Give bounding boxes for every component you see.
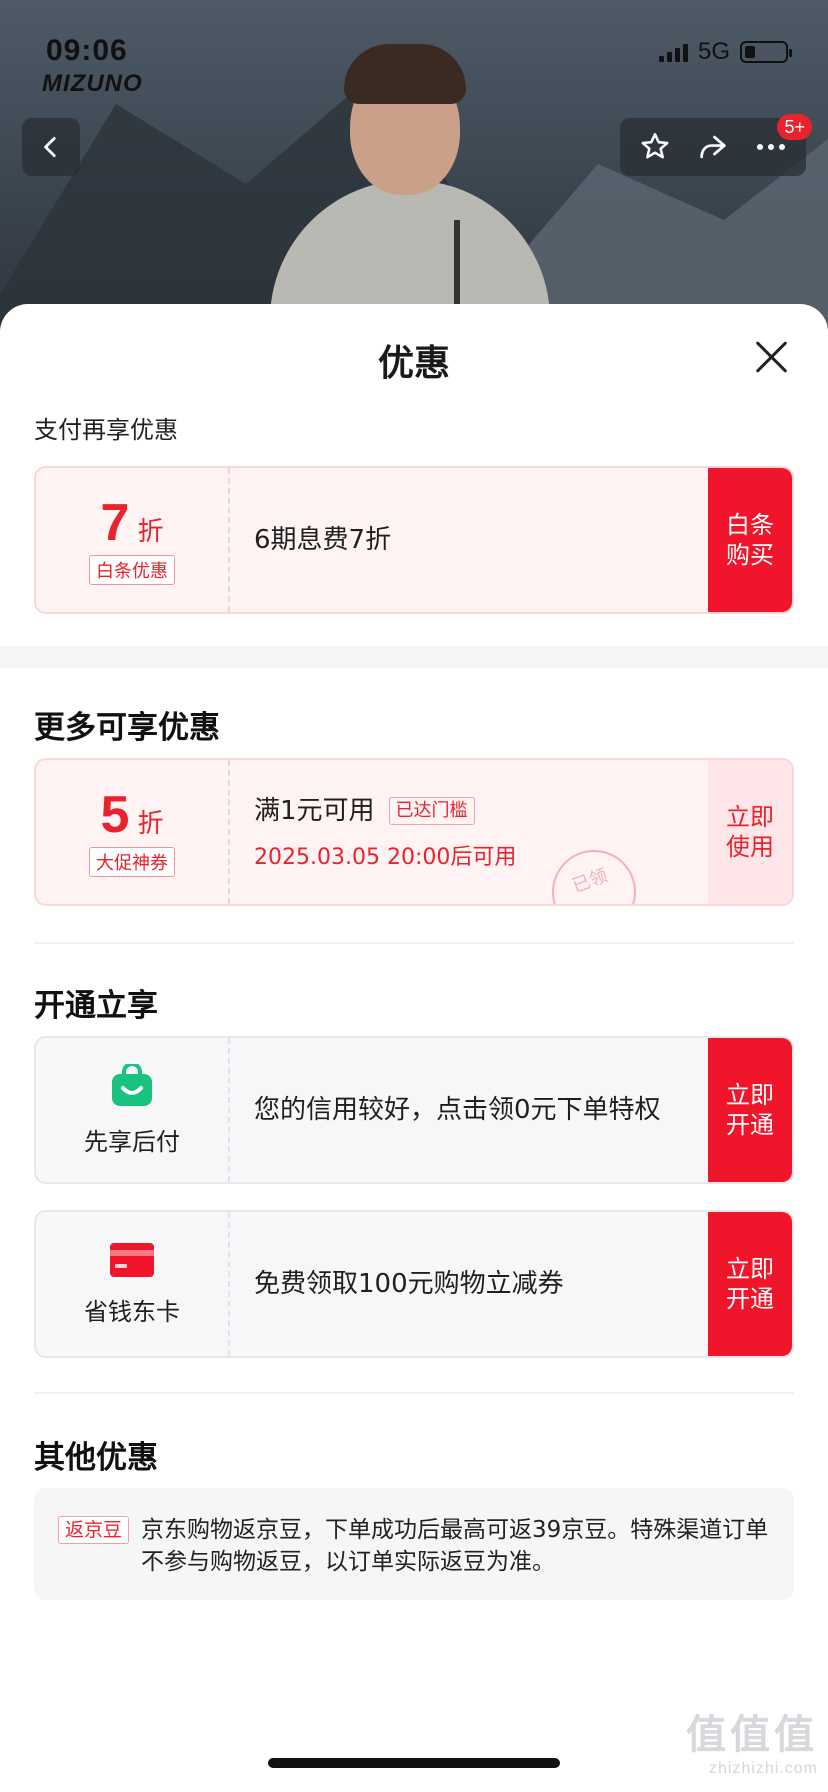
rebate-description: 京东购物返京豆，下单成功后最高可返39京豆。特殊渠道订单不参与购物返豆，以订单实… — [141, 1517, 769, 1575]
status-bar-right: 5G — [658, 38, 792, 66]
signal-icon — [658, 42, 688, 62]
other-section-heading: 其他优惠 — [34, 1440, 158, 1476]
pay-section-heading: 支付再享优惠 — [34, 416, 178, 444]
network-type: 5G — [697, 38, 730, 65]
rebate-tag: 返京豆 — [58, 1516, 130, 1544]
coupon-discount-block: 7 折 白条优惠 — [36, 468, 230, 612]
brand-logo: MIZUNO — [42, 70, 143, 97]
favorite-button[interactable] — [633, 125, 677, 169]
use-now-button[interactable]: 立即使用 — [708, 760, 792, 904]
divider — [34, 942, 794, 944]
share-icon — [700, 135, 726, 159]
battery-icon — [740, 41, 792, 63]
section-separator — [0, 646, 828, 668]
coupon-tag: 白条优惠 — [89, 555, 175, 585]
divider — [34, 1392, 794, 1394]
service-block: 省钱东卡 — [36, 1212, 230, 1356]
coupon-discount-block: 5 折 大促神券 — [36, 760, 230, 904]
coupon-description: 满1元可用 — [254, 796, 375, 826]
threshold-tag: 已达门槛 — [388, 797, 475, 825]
jingdou-rebate-box: 返京豆 京东购物返京豆，下单成功后最高可返39京豆。特殊渠道订单不参与购物返豆，… — [34, 1488, 794, 1600]
model-photo — [270, 30, 550, 330]
promo-coupon-card[interactable]: 5 折 大促神券 满1元可用 已达门槛 2025.03.05 20:00后可用 … — [34, 758, 794, 906]
star-icon — [641, 132, 669, 159]
activate-button[interactable]: 立即开通 — [708, 1038, 792, 1182]
bank-card-icon — [110, 1242, 154, 1277]
more-section-heading: 更多可享优惠 — [34, 710, 220, 746]
baitiao-buy-button[interactable]: 白条购买 — [708, 468, 792, 612]
service-block: 先享后付 — [36, 1038, 230, 1182]
status-time: 09:06 — [46, 34, 128, 67]
service-label: 省钱东卡 — [84, 1297, 180, 1326]
coupon-tag: 大促神券 — [89, 847, 175, 877]
site-watermark: 值值值 zhizhizhi.com — [686, 1712, 818, 1777]
chevron-left-icon — [44, 136, 56, 158]
open-section-heading: 开通立享 — [34, 988, 158, 1024]
saving-card-card[interactable]: 省钱东卡 免费领取100元购物立减券 立即开通 — [34, 1210, 794, 1358]
close-button[interactable] — [754, 340, 788, 374]
home-indicator[interactable] — [268, 1758, 560, 1768]
share-button[interactable] — [691, 125, 735, 169]
activate-button[interactable]: 立即开通 — [708, 1212, 792, 1356]
discount-sheet: 优惠 支付再享优惠 7 折 白条优惠 6期息费7折 白条购买 更多可享优惠 5 … — [0, 304, 828, 1792]
discount-value: 5 — [100, 786, 130, 844]
service-label: 先享后付 — [84, 1127, 180, 1156]
back-button[interactable] — [22, 118, 80, 176]
service-description: 您的信用较好，点击领0元下单特权 — [254, 1095, 661, 1125]
message-badge: 5+ — [777, 114, 812, 140]
baitiao-coupon-card[interactable]: 7 折 白条优惠 6期息费7折 白条购买 — [34, 466, 794, 614]
discount-value: 7 — [100, 494, 130, 552]
shopping-bag-icon — [112, 1063, 152, 1106]
discount-unit: 折 — [137, 809, 164, 839]
more-dots-icon — [757, 144, 785, 150]
sheet-title: 优惠 — [377, 343, 450, 384]
discount-unit: 折 — [137, 517, 164, 547]
coupon-description: 6期息费7折 — [254, 525, 392, 555]
service-description: 免费领取100元购物立减券 — [254, 1269, 564, 1299]
pay-later-card[interactable]: 先享后付 您的信用较好，点击领0元下单特权 立即开通 — [34, 1036, 794, 1184]
